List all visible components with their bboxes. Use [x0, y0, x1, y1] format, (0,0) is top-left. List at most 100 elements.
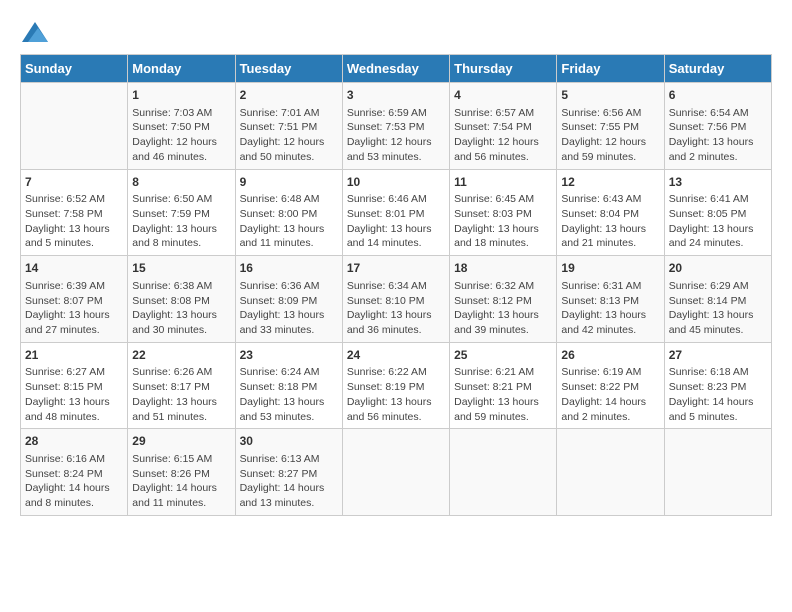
calendar-cell: 1 Sunrise: 7:03 AM Sunset: 7:50 PM Daylig… — [128, 83, 235, 170]
day-number: 26 — [561, 347, 659, 364]
calendar-cell — [664, 429, 771, 516]
day-number: 14 — [25, 260, 123, 277]
day-info: Sunrise: 7:03 AM Sunset: 7:50 PM Dayligh… — [132, 106, 230, 165]
calendar-cell: 15 Sunrise: 6:38 AM Sunset: 8:08 PM Dayli… — [128, 256, 235, 343]
day-info: Sunrise: 6:13 AM Sunset: 8:27 PM Dayligh… — [240, 452, 338, 511]
column-header-wednesday: Wednesday — [342, 55, 449, 83]
day-info: Sunrise: 6:38 AM Sunset: 8:08 PM Dayligh… — [132, 279, 230, 338]
day-info: Sunrise: 6:59 AM Sunset: 7:53 PM Dayligh… — [347, 106, 445, 165]
calendar-cell: 17Sunrise: 6:34 AM Sunset: 8:10 PM Dayli… — [342, 256, 449, 343]
day-number: 12 — [561, 174, 659, 191]
calendar-cell: 30 Sunrise: 6:13 AM Sunset: 8:27 PM Dayli… — [235, 429, 342, 516]
day-info: Sunrise: 6:57 AM Sunset: 7:54 PM Dayligh… — [454, 106, 552, 165]
day-info: Sunrise: 6:34 AM Sunset: 8:10 PM Dayligh… — [347, 279, 445, 338]
day-info: Sunrise: 6:27 AM Sunset: 8:15 PM Dayligh… — [25, 365, 123, 424]
day-number: 20 — [669, 260, 767, 277]
day-number: 3 — [347, 87, 445, 104]
day-number: 22 — [132, 347, 230, 364]
calendar-cell: 7Sunrise: 6:52 AM Sunset: 7:58 PM Daylig… — [21, 169, 128, 256]
column-header-saturday: Saturday — [664, 55, 771, 83]
day-info: Sunrise: 6:15 AM Sunset: 8:26 PM Dayligh… — [132, 452, 230, 511]
day-info: Sunrise: 6:52 AM Sunset: 7:58 PM Dayligh… — [25, 192, 123, 251]
calendar-cell: 24Sunrise: 6:22 AM Sunset: 8:19 PM Dayli… — [342, 342, 449, 429]
day-number: 9 — [240, 174, 338, 191]
calendar-cell: 29 Sunrise: 6:15 AM Sunset: 8:26 PM Dayli… — [128, 429, 235, 516]
day-info: Sunrise: 6:39 AM Sunset: 8:07 PM Dayligh… — [25, 279, 123, 338]
day-number: 27 — [669, 347, 767, 364]
day-number: 7 — [25, 174, 123, 191]
day-number: 15 — [132, 260, 230, 277]
week-row-1: 1 Sunrise: 7:03 AM Sunset: 7:50 PM Daylig… — [21, 83, 772, 170]
calendar-cell: 23Sunrise: 6:24 AM Sunset: 8:18 PM Dayli… — [235, 342, 342, 429]
day-info: Sunrise: 6:21 AM Sunset: 8:21 PM Dayligh… — [454, 365, 552, 424]
calendar-cell: 5 Sunrise: 6:56 AM Sunset: 7:55 PM Daylig… — [557, 83, 664, 170]
week-row-3: 14 Sunrise: 6:39 AM Sunset: 8:07 PM Dayli… — [21, 256, 772, 343]
calendar-cell: 11Sunrise: 6:45 AM Sunset: 8:03 PM Dayli… — [450, 169, 557, 256]
calendar-cell: 12Sunrise: 6:43 AM Sunset: 8:04 PM Dayli… — [557, 169, 664, 256]
calendar-body: 1 Sunrise: 7:03 AM Sunset: 7:50 PM Daylig… — [21, 83, 772, 516]
column-header-thursday: Thursday — [450, 55, 557, 83]
logo-icon — [20, 20, 50, 44]
day-number: 10 — [347, 174, 445, 191]
calendar-cell — [450, 429, 557, 516]
day-number: 1 — [132, 87, 230, 104]
day-info: Sunrise: 6:16 AM Sunset: 8:24 PM Dayligh… — [25, 452, 123, 511]
calendar-cell: 14 Sunrise: 6:39 AM Sunset: 8:07 PM Dayli… — [21, 256, 128, 343]
day-number: 25 — [454, 347, 552, 364]
day-number: 24 — [347, 347, 445, 364]
day-info: Sunrise: 6:26 AM Sunset: 8:17 PM Dayligh… — [132, 365, 230, 424]
calendar-cell — [342, 429, 449, 516]
day-info: Sunrise: 6:48 AM Sunset: 8:00 PM Dayligh… — [240, 192, 338, 251]
calendar-cell: 6Sunrise: 6:54 AM Sunset: 7:56 PM Daylig… — [664, 83, 771, 170]
day-info: Sunrise: 6:18 AM Sunset: 8:23 PM Dayligh… — [669, 365, 767, 424]
calendar-cell: 3 Sunrise: 6:59 AM Sunset: 7:53 PM Daylig… — [342, 83, 449, 170]
day-info: Sunrise: 6:36 AM Sunset: 8:09 PM Dayligh… — [240, 279, 338, 338]
column-header-sunday: Sunday — [21, 55, 128, 83]
day-number: 5 — [561, 87, 659, 104]
day-info: Sunrise: 6:41 AM Sunset: 8:05 PM Dayligh… — [669, 192, 767, 251]
day-info: Sunrise: 6:45 AM Sunset: 8:03 PM Dayligh… — [454, 192, 552, 251]
day-info: Sunrise: 6:46 AM Sunset: 8:01 PM Dayligh… — [347, 192, 445, 251]
day-number: 29 — [132, 433, 230, 450]
day-number: 13 — [669, 174, 767, 191]
day-info: Sunrise: 6:29 AM Sunset: 8:14 PM Dayligh… — [669, 279, 767, 338]
day-number: 30 — [240, 433, 338, 450]
day-number: 23 — [240, 347, 338, 364]
day-number: 8 — [132, 174, 230, 191]
calendar-cell: 22Sunrise: 6:26 AM Sunset: 8:17 PM Dayli… — [128, 342, 235, 429]
logo — [20, 20, 54, 44]
day-number: 6 — [669, 87, 767, 104]
header — [20, 20, 772, 44]
calendar-cell: 20 Sunrise: 6:29 AM Sunset: 8:14 PM Dayli… — [664, 256, 771, 343]
calendar-cell: 21Sunrise: 6:27 AM Sunset: 8:15 PM Dayli… — [21, 342, 128, 429]
day-info: Sunrise: 7:01 AM Sunset: 7:51 PM Dayligh… — [240, 106, 338, 165]
calendar-cell: 4Sunrise: 6:57 AM Sunset: 7:54 PM Daylig… — [450, 83, 557, 170]
day-info: Sunrise: 6:43 AM Sunset: 8:04 PM Dayligh… — [561, 192, 659, 251]
day-number: 28 — [25, 433, 123, 450]
day-number: 18 — [454, 260, 552, 277]
calendar-cell: 9Sunrise: 6:48 AM Sunset: 8:00 PM Daylig… — [235, 169, 342, 256]
calendar-cell: 10Sunrise: 6:46 AM Sunset: 8:01 PM Dayli… — [342, 169, 449, 256]
day-number: 21 — [25, 347, 123, 364]
day-info: Sunrise: 6:22 AM Sunset: 8:19 PM Dayligh… — [347, 365, 445, 424]
calendar-cell — [557, 429, 664, 516]
day-info: Sunrise: 6:24 AM Sunset: 8:18 PM Dayligh… — [240, 365, 338, 424]
week-row-4: 21Sunrise: 6:27 AM Sunset: 8:15 PM Dayli… — [21, 342, 772, 429]
day-info: Sunrise: 6:19 AM Sunset: 8:22 PM Dayligh… — [561, 365, 659, 424]
day-number: 16 — [240, 260, 338, 277]
calendar-cell — [21, 83, 128, 170]
calendar-cell: 18 Sunrise: 6:32 AM Sunset: 8:12 PM Dayli… — [450, 256, 557, 343]
day-info: Sunrise: 6:31 AM Sunset: 8:13 PM Dayligh… — [561, 279, 659, 338]
day-number: 19 — [561, 260, 659, 277]
day-info: Sunrise: 6:56 AM Sunset: 7:55 PM Dayligh… — [561, 106, 659, 165]
calendar-cell: 28 Sunrise: 6:16 AM Sunset: 8:24 PM Dayli… — [21, 429, 128, 516]
week-row-2: 7Sunrise: 6:52 AM Sunset: 7:58 PM Daylig… — [21, 169, 772, 256]
calendar-cell: 8Sunrise: 6:50 AM Sunset: 7:59 PM Daylig… — [128, 169, 235, 256]
day-info: Sunrise: 6:32 AM Sunset: 8:12 PM Dayligh… — [454, 279, 552, 338]
calendar-cell: 26Sunrise: 6:19 AM Sunset: 8:22 PM Dayli… — [557, 342, 664, 429]
day-number: 11 — [454, 174, 552, 191]
calendar-cell: 19 Sunrise: 6:31 AM Sunset: 8:13 PM Dayli… — [557, 256, 664, 343]
week-row-5: 28 Sunrise: 6:16 AM Sunset: 8:24 PM Dayli… — [21, 429, 772, 516]
calendar-table: SundayMondayTuesdayWednesdayThursdayFrid… — [20, 54, 772, 516]
column-header-friday: Friday — [557, 55, 664, 83]
